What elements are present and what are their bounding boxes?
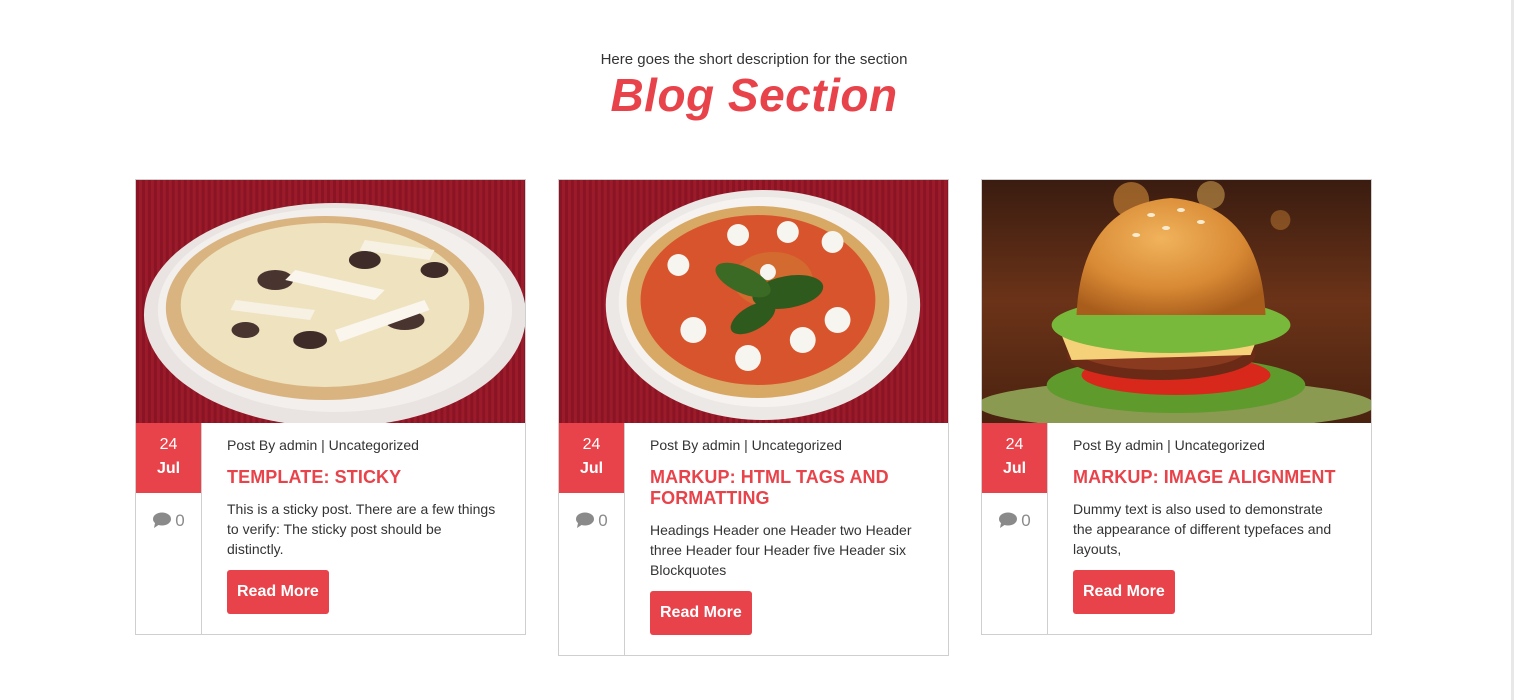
post-excerpt: This is a sticky post. There are a few t…: [227, 501, 496, 557]
post-thumbnail[interactable]: [136, 180, 525, 423]
read-more-button[interactable]: Read More: [1073, 570, 1175, 614]
post-meta: Post By admin | Uncategorized: [1073, 437, 1265, 453]
burger-image: [982, 180, 1371, 423]
blog-card: 24 Jul 0 Post By admin | Uncategorized M…: [558, 179, 949, 656]
post-excerpt: Dummy text is also used to demonstrate t…: [1073, 501, 1332, 557]
comment-count[interactable]: 0: [982, 511, 1047, 531]
post-date-day: 24: [582, 436, 601, 453]
post-title-link[interactable]: MARKUP: IMAGE ALIGNMENT: [1073, 467, 1346, 488]
comment-icon: [576, 512, 595, 528]
post-side-column: 24 Jul 0: [136, 423, 202, 634]
blog-card: 24 Jul 0 Post By admin | Uncategorized M…: [981, 179, 1372, 635]
post-thumbnail[interactable]: [559, 180, 948, 423]
post-meta: Post By admin | Uncategorized: [227, 437, 419, 453]
post-meta: Post By admin | Uncategorized: [650, 437, 842, 453]
comment-count-value: 0: [175, 511, 185, 530]
comment-count[interactable]: 0: [136, 511, 201, 531]
read-more-button[interactable]: Read More: [650, 591, 752, 635]
pizza-mushroom-image: [136, 180, 525, 423]
post-thumbnail[interactable]: [982, 180, 1371, 423]
post-date-day: 24: [1005, 436, 1024, 453]
post-date-badge: 24 Jul: [982, 423, 1047, 493]
post-date-month: Jul: [579, 460, 604, 477]
read-more-button[interactable]: Read More: [227, 570, 329, 614]
post-title-link[interactable]: TEMPLATE: STICKY: [227, 467, 500, 488]
section-description: Here goes the short description for the …: [600, 51, 908, 68]
comment-icon: [999, 512, 1018, 528]
comment-count-value: 0: [1021, 511, 1031, 530]
post-date-month: Jul: [156, 460, 181, 477]
post-date-day: 24: [159, 436, 178, 453]
post-title-link[interactable]: MARKUP: HTML TAGS AND FORMATTING: [650, 467, 923, 509]
pizza-margherita-image: [559, 180, 948, 423]
post-side-column: 24 Jul 0: [982, 423, 1048, 634]
section-title: Blog Section: [610, 69, 898, 121]
post-date-badge: 24 Jul: [559, 423, 624, 493]
post-side-column: 24 Jul 0: [559, 423, 625, 655]
comment-count[interactable]: 0: [559, 511, 624, 531]
post-date-month: Jul: [1002, 460, 1027, 477]
post-date-badge: 24 Jul: [136, 423, 201, 493]
post-excerpt: Headings Header one Header two Header th…: [650, 522, 912, 578]
blog-card: 24 Jul 0 Post By admin | Uncategorized T…: [135, 179, 526, 635]
comment-count-value: 0: [598, 511, 608, 530]
comment-icon: [153, 512, 172, 528]
